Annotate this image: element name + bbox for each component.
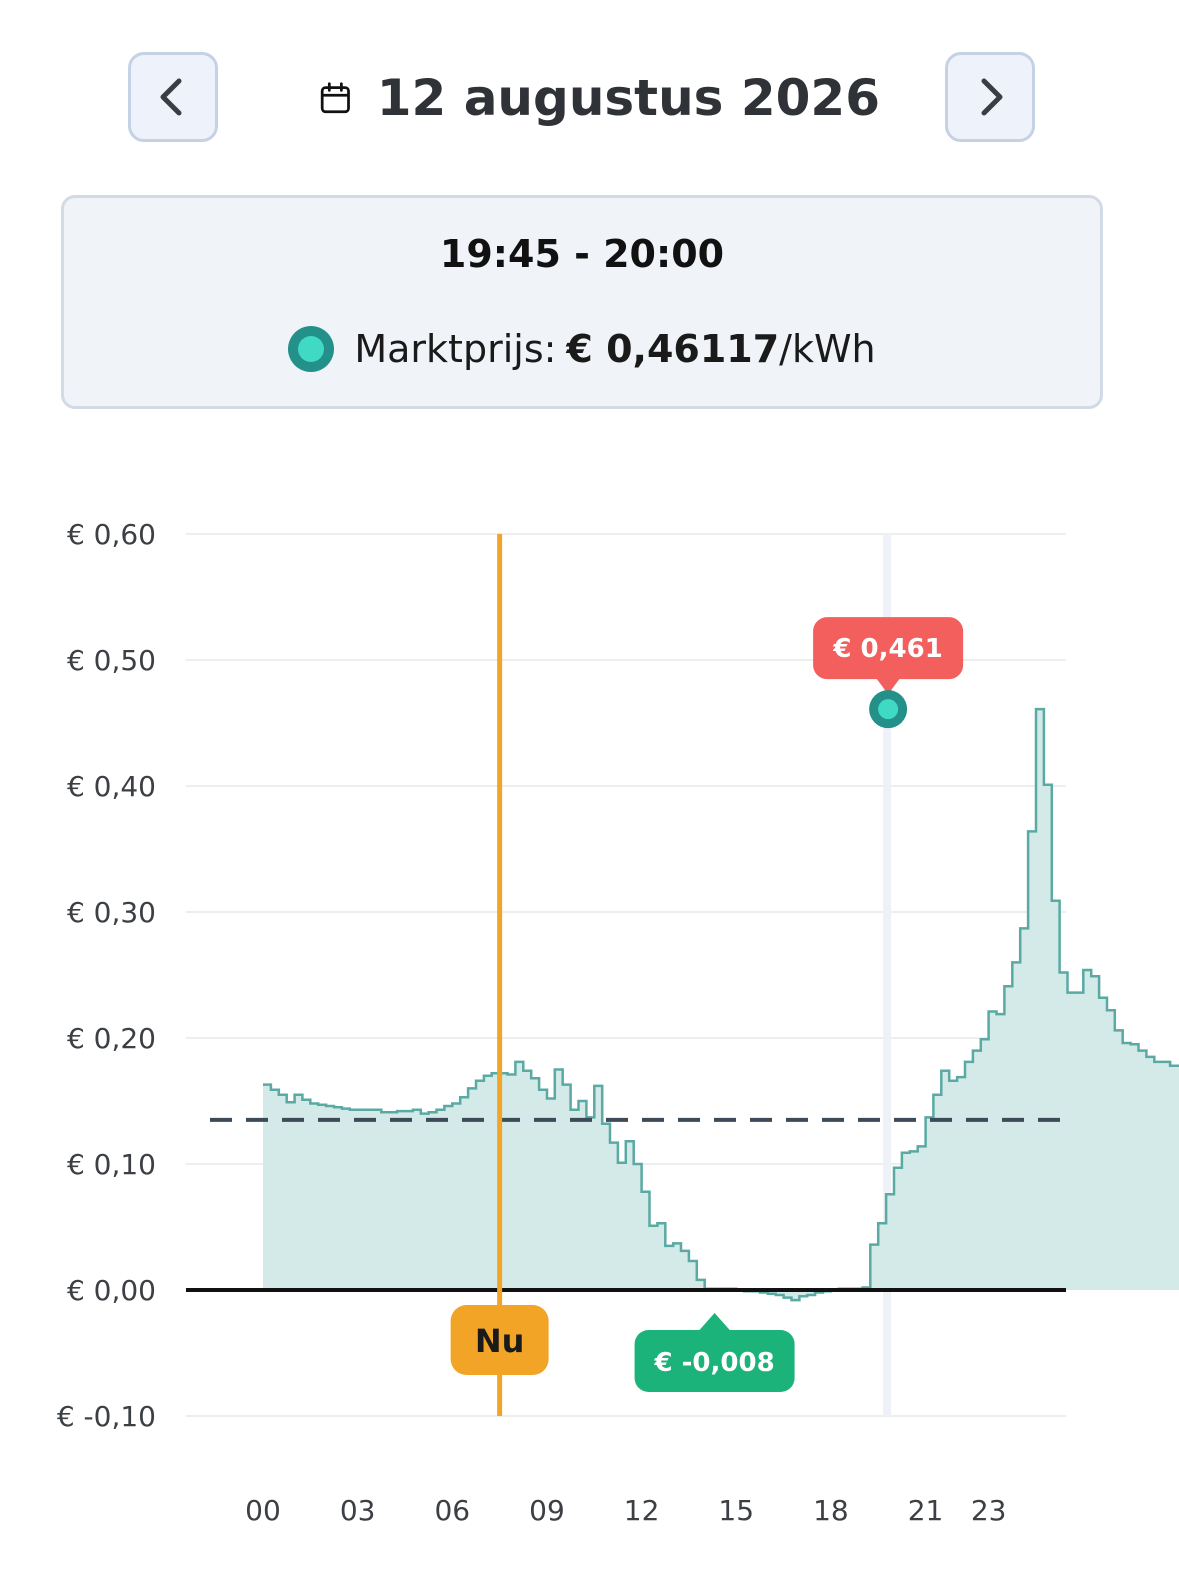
time-range: 19:45 - 20:00	[439, 232, 725, 276]
price-area	[263, 709, 1179, 1301]
y-tick-label: € -0,10	[57, 1400, 156, 1433]
x-tick-label: 00	[245, 1494, 281, 1527]
x-tick-label: 18	[813, 1494, 849, 1527]
now-label: Nu	[475, 1322, 525, 1360]
x-tick-label: 15	[718, 1494, 754, 1527]
y-tick-label: € 0,40	[67, 770, 156, 803]
y-tick-label: € 0,20	[67, 1022, 156, 1055]
chevron-right-icon	[981, 78, 1003, 116]
date-heading[interactable]: 12 augustus 2026	[320, 58, 880, 138]
y-tick-label: € 0,60	[67, 518, 156, 551]
x-tick-label: 21	[908, 1494, 944, 1527]
selected-point-marker[interactable]	[869, 690, 908, 729]
market-price-label: Marktprijs:	[354, 327, 557, 371]
x-tick-label: 23	[971, 1494, 1007, 1527]
series-dot-icon	[288, 326, 335, 372]
min-price-label: € -0,008	[653, 1348, 774, 1378]
market-price-value: € 0,46117	[566, 327, 780, 371]
y-tick-label: € 0,30	[67, 896, 156, 929]
max-price-label: € 0,461	[832, 634, 942, 664]
min-price-badge: € -0,008	[634, 1313, 795, 1392]
x-tick-label: 09	[529, 1494, 565, 1527]
max-price-badge: € 0,461	[813, 617, 964, 695]
calendar-icon	[320, 82, 350, 114]
x-axis: 00 03 06 09 12 15 18 21 23	[245, 1494, 1006, 1527]
price-info-panel: 19:45 - 20:00 Marktprijs: € 0,46117 /kWh	[61, 195, 1103, 409]
y-axis: € 0,60 € 0,50 € 0,40 € 0,30 € 0,20 € 0,10 € 0,…	[57, 518, 156, 1433]
previous-day-button[interactable]	[128, 52, 218, 142]
market-price-row: Marktprijs: € 0,46117 /kWh	[64, 326, 1100, 372]
y-tick-label: € 0,10	[67, 1148, 156, 1181]
chevron-left-icon	[160, 78, 182, 116]
x-tick-label: 12	[624, 1494, 660, 1527]
x-tick-label: 03	[340, 1494, 376, 1527]
y-tick-label: € 0,50	[67, 644, 156, 677]
now-badge: Nu	[450, 1305, 549, 1375]
market-price-unit: /kWh	[779, 327, 876, 371]
date-label: 12 augustus 2026	[376, 69, 880, 127]
x-tick-label: 06	[434, 1494, 470, 1527]
next-day-button[interactable]	[945, 52, 1035, 142]
y-tick-label: € 0,00	[67, 1274, 156, 1307]
price-chart[interactable]: € 0,60 € 0,50 € 0,40 € 0,30 € 0,20 € 0,10 € 0,…	[0, 470, 1179, 1570]
